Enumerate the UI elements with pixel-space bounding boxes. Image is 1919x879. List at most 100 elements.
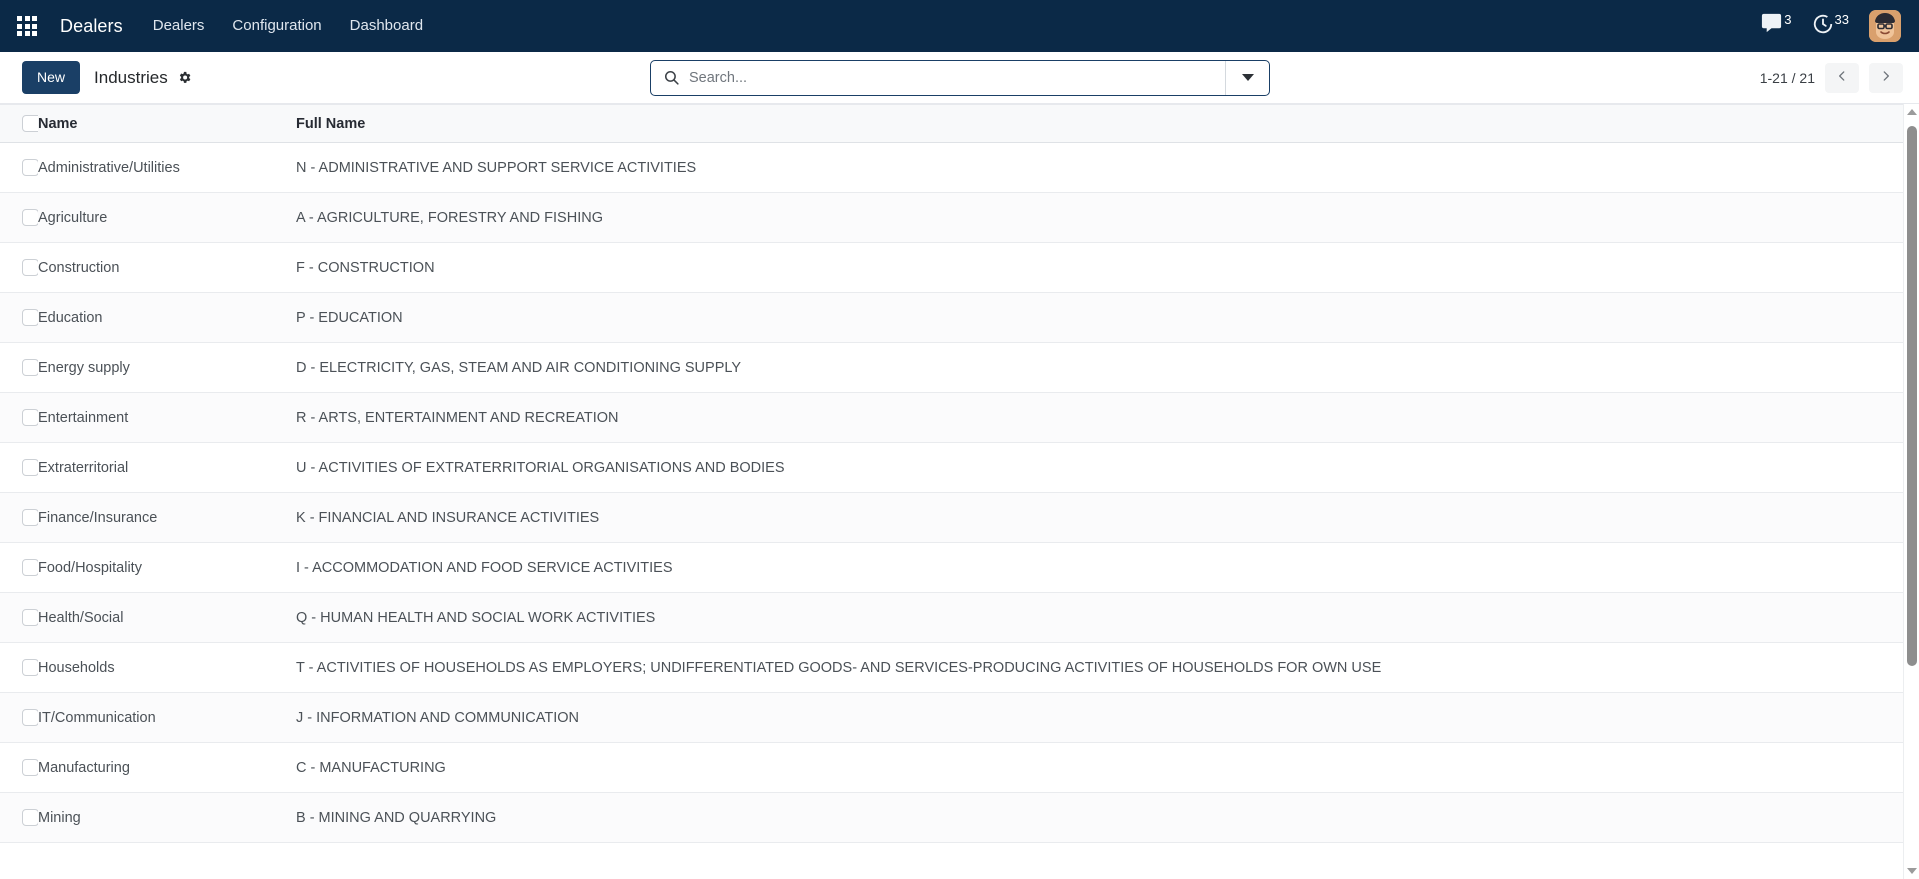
search-input[interactable] bbox=[689, 60, 1225, 95]
row-select-cell bbox=[0, 142, 38, 193]
table-row[interactable]: IT/Communication J - INFORMATION AND COMM… bbox=[0, 692, 1903, 743]
table-row[interactable]: Administrative/Utilities N - ADMINISTRATI… bbox=[0, 142, 1903, 193]
row-checkbox[interactable] bbox=[22, 609, 38, 626]
user-avatar[interactable] bbox=[1869, 10, 1901, 42]
cell-name: Agriculture bbox=[38, 192, 296, 243]
row-checkbox[interactable] bbox=[22, 709, 38, 726]
table-row[interactable]: Households T - ACTIVITIES OF HOUSEHOLDS A… bbox=[0, 642, 1903, 693]
cell-full-name: Q - HUMAN HEALTH AND SOCIAL WORK ACTIVIT… bbox=[296, 592, 1903, 643]
brand-title[interactable]: Dealers bbox=[52, 0, 139, 52]
industries-table: Name Full Name Administrative/Utilities N… bbox=[0, 104, 1903, 843]
row-checkbox[interactable] bbox=[22, 759, 38, 776]
search-icon bbox=[651, 69, 689, 86]
menu-item-dealers[interactable]: Dealers bbox=[139, 0, 219, 52]
pager-range: 1-21 / 21 bbox=[1759, 69, 1815, 86]
cell-full-name: U - ACTIVITIES OF EXTRATERRITORIAL ORGAN… bbox=[296, 442, 1903, 493]
vertical-scrollbar[interactable] bbox=[1903, 104, 1919, 879]
page-title: Industries bbox=[94, 67, 168, 87]
messages-button[interactable]: 3 bbox=[1760, 11, 1792, 40]
cell-full-name: R - ARTS, ENTERTAINMENT AND RECREATION bbox=[296, 392, 1903, 443]
cell-full-name: T - ACTIVITIES OF HOUSEHOLDS AS EMPLOYER… bbox=[296, 642, 1903, 693]
table-row[interactable]: Finance/Insurance K - FINANCIAL AND INSUR… bbox=[0, 492, 1903, 543]
cell-name: Food/Hospitality bbox=[38, 542, 296, 593]
row-checkbox[interactable] bbox=[22, 309, 38, 326]
row-checkbox[interactable] bbox=[22, 459, 38, 476]
avatar-image bbox=[1869, 10, 1901, 42]
pager: 1-21 / 21 bbox=[1759, 62, 1903, 93]
row-select-cell bbox=[0, 342, 38, 393]
row-select-cell bbox=[0, 392, 38, 443]
row-checkbox[interactable] bbox=[22, 809, 38, 826]
table-row[interactable]: Food/Hospitality I - ACCOMMODATION AND FO… bbox=[0, 542, 1903, 593]
row-select-cell bbox=[0, 292, 38, 343]
search-dropdown-toggle[interactable] bbox=[1225, 60, 1269, 95]
table-row[interactable]: Education P - EDUCATION bbox=[0, 292, 1903, 343]
chevron-down-icon bbox=[1241, 74, 1254, 81]
row-select-cell bbox=[0, 792, 38, 843]
row-select-cell bbox=[0, 642, 38, 693]
pager-next-button[interactable] bbox=[1869, 62, 1903, 93]
top-navbar: Dealers Dealers Configuration Dashboard … bbox=[0, 0, 1919, 52]
table-row[interactable]: Entertainment R - ARTS, ENTERTAINMENT AND… bbox=[0, 392, 1903, 443]
table-row[interactable]: Construction F - CONSTRUCTION bbox=[0, 242, 1903, 293]
cell-full-name: D - ELECTRICITY, GAS, STEAM AND AIR COND… bbox=[296, 342, 1903, 393]
row-checkbox[interactable] bbox=[22, 659, 38, 676]
row-checkbox[interactable] bbox=[22, 359, 38, 376]
control-panel: New Industries 1-21 / 21 bbox=[0, 52, 1919, 104]
cell-name: Manufacturing bbox=[38, 742, 296, 793]
cell-full-name: P - EDUCATION bbox=[296, 292, 1903, 343]
menu-item-configuration[interactable]: Configuration bbox=[218, 0, 335, 52]
chat-bubble-icon bbox=[1760, 12, 1783, 40]
row-select-cell bbox=[0, 492, 38, 543]
clock-activity-icon bbox=[1812, 13, 1834, 40]
table-row[interactable]: Extraterritorial U - ACTIVITIES OF EXTRAT… bbox=[0, 442, 1903, 493]
cell-name: Health/Social bbox=[38, 592, 296, 643]
cell-name: Construction bbox=[38, 242, 296, 293]
row-select-cell bbox=[0, 592, 38, 643]
row-select-cell bbox=[0, 442, 38, 493]
menu-item-dashboard[interactable]: Dashboard bbox=[336, 0, 437, 52]
new-button[interactable]: New bbox=[22, 61, 81, 94]
gear-icon[interactable] bbox=[177, 70, 192, 85]
row-checkbox[interactable] bbox=[22, 559, 38, 576]
cell-full-name: I - ACCOMMODATION AND FOOD SERVICE ACTIV… bbox=[296, 542, 1903, 593]
row-checkbox[interactable] bbox=[22, 259, 38, 276]
breadcrumb: Industries bbox=[94, 68, 192, 88]
row-select-cell bbox=[0, 242, 38, 293]
cell-full-name: J - INFORMATION AND COMMUNICATION bbox=[296, 692, 1903, 743]
apps-grid-icon[interactable] bbox=[10, 9, 44, 43]
table-body: Administrative/Utilities N - ADMINISTRATI… bbox=[0, 142, 1903, 843]
main-menu: Dealers Configuration Dashboard bbox=[139, 0, 437, 52]
row-checkbox[interactable] bbox=[22, 209, 38, 226]
cell-full-name: K - FINANCIAL AND INSURANCE ACTIVITIES bbox=[296, 492, 1903, 543]
row-select-cell bbox=[0, 692, 38, 743]
cell-name: Finance/Insurance bbox=[38, 492, 296, 543]
cell-full-name: C - MANUFACTURING bbox=[296, 742, 1903, 793]
chevron-right-icon bbox=[1879, 69, 1893, 86]
scroll-up-arrow-icon[interactable] bbox=[1904, 104, 1919, 120]
column-header-full-name[interactable]: Full Name bbox=[296, 104, 1903, 143]
cell-name: Education bbox=[38, 292, 296, 343]
table-row[interactable]: Health/Social Q - HUMAN HEALTH AND SOCIAL… bbox=[0, 592, 1903, 643]
pager-previous-button[interactable] bbox=[1825, 62, 1859, 93]
navbar-right-tools: 3 33 bbox=[1760, 10, 1905, 42]
select-all-header bbox=[0, 104, 46, 143]
table-row[interactable]: Energy supply D - ELECTRICITY, GAS, STEAM… bbox=[0, 342, 1903, 393]
scrollbar-thumb[interactable] bbox=[1907, 126, 1917, 666]
row-checkbox[interactable] bbox=[22, 409, 38, 426]
column-header-name[interactable]: Name bbox=[38, 104, 296, 143]
row-checkbox[interactable] bbox=[22, 509, 38, 526]
messages-count: 3 bbox=[1784, 11, 1792, 27]
table-row[interactable]: Manufacturing C - MANUFACTURING bbox=[0, 742, 1903, 793]
activities-button[interactable]: 33 bbox=[1812, 11, 1849, 40]
cell-name: Households bbox=[38, 642, 296, 693]
cell-name: Extraterritorial bbox=[38, 442, 296, 493]
table-row[interactable]: Mining B - MINING AND QUARRYING bbox=[0, 792, 1903, 843]
table-row[interactable]: Agriculture A - AGRICULTURE, FORESTRY AND… bbox=[0, 192, 1903, 243]
activities-count: 33 bbox=[1834, 11, 1849, 27]
table-header: Name Full Name bbox=[0, 104, 1903, 143]
cell-name: Administrative/Utilities bbox=[38, 142, 296, 193]
scroll-down-arrow-icon[interactable] bbox=[1904, 863, 1919, 879]
row-select-cell bbox=[0, 542, 38, 593]
row-checkbox[interactable] bbox=[22, 159, 38, 176]
